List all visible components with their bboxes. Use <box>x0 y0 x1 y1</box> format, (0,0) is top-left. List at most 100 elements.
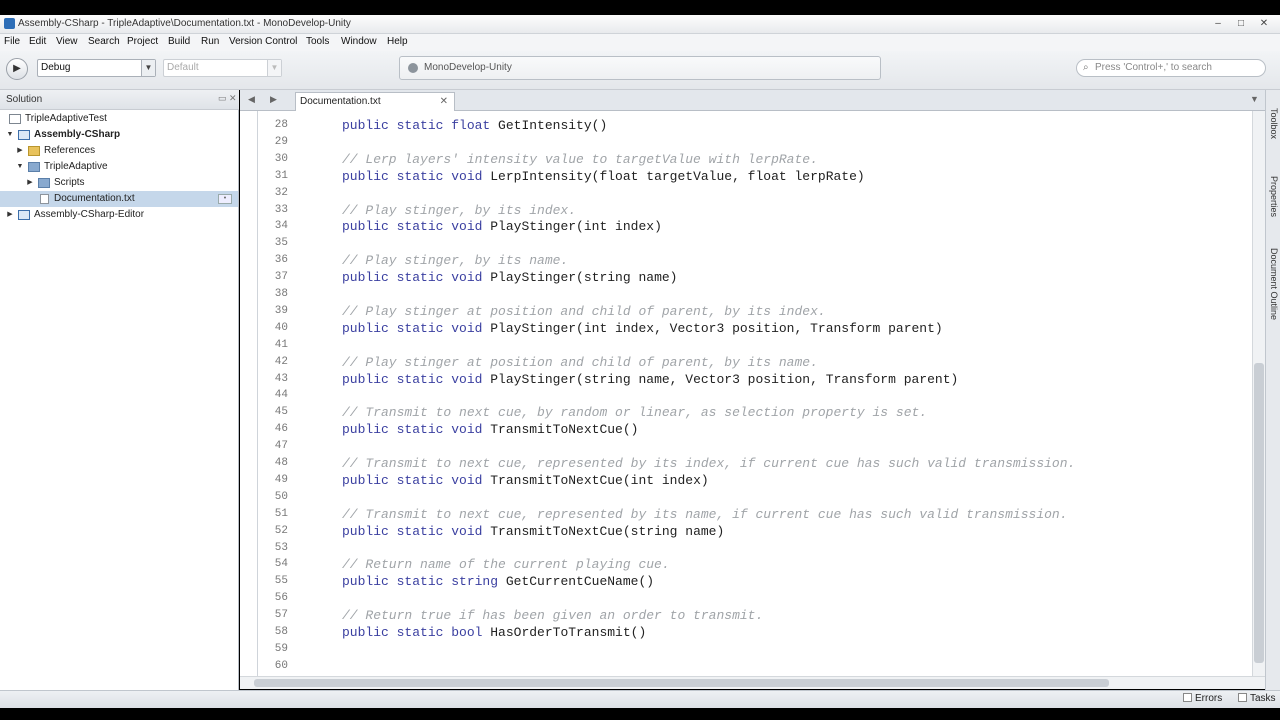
close-button[interactable]: ✕ <box>1253 16 1275 31</box>
search-icon: ⌕ <box>1083 62 1089 73</box>
menu-file[interactable]: File <box>4 36 20 47</box>
expander-icon[interactable]: ▶ <box>16 143 24 159</box>
code-line: public static string GetCurrentCueName() <box>342 574 655 590</box>
menu-tools[interactable]: Tools <box>306 36 329 47</box>
status-text: MonoDevelop-Unity <box>424 62 512 73</box>
code-line: public static float GetIntensity() <box>342 118 608 133</box>
menu-search[interactable]: Search <box>88 36 120 47</box>
line-number: 57 <box>274 609 288 622</box>
tree-item-tripleadaptive[interactable]: ▼ TripleAdaptive <box>0 159 238 175</box>
toolbar: ▶ Debug ▼ Default ▼ MonoDevelop-Unity ⌕ … <box>0 51 1280 90</box>
code-comment-line: // Transmit to next cue, represented by … <box>342 506 1068 522</box>
menu-window[interactable]: Window <box>341 36 377 47</box>
line-number: 52 <box>274 524 288 537</box>
code-line: public static void PlayStinger(int index… <box>342 219 662 235</box>
expander-icon[interactable]: ▶ <box>26 175 34 191</box>
tree-item-scripts[interactable]: ▶ Scripts <box>0 175 238 191</box>
platform-select[interactable]: Default ▼ <box>163 59 282 77</box>
close-icon[interactable]: ✕ <box>440 93 448 110</box>
tree-item-references[interactable]: ▶ References <box>0 143 238 159</box>
tab-list-icon[interactable]: ▼ <box>1250 94 1259 104</box>
line-number: 53 <box>274 541 288 554</box>
tab-toolbox[interactable]: Toolbox <box>1266 108 1280 139</box>
line-number: 41 <box>274 338 288 351</box>
minimize-button[interactable]: – <box>1207 16 1229 31</box>
line-number: 36 <box>274 254 288 267</box>
tree-item-label: Assembly-CSharp-Editor <box>34 209 145 220</box>
menu-project[interactable]: Project <box>127 36 158 47</box>
tree-item-label: References <box>44 145 96 156</box>
code-editor[interactable]: 28 public static float GetIntensity() 29 30… <box>240 111 1252 676</box>
vertical-scrollbar[interactable] <box>1252 111 1265 676</box>
document-tab-strip: ◀ ▶ Documentation.txt ✕ ▼ <box>240 90 1265 111</box>
expander-icon[interactable]: ▼ <box>16 159 24 175</box>
configuration-select[interactable]: Debug ▼ <box>37 59 156 77</box>
tree-item-label: Assembly-CSharp <box>34 129 121 140</box>
tab-properties[interactable]: Properties <box>1266 176 1280 217</box>
code-comment-line: // Transmit to next cue, by random or li… <box>342 405 928 421</box>
tab-documentation[interactable]: Documentation.txt ✕ <box>295 92 455 111</box>
menu-run[interactable]: Run <box>201 36 219 47</box>
line-number: 28 <box>274 119 288 131</box>
line-number: 54 <box>274 558 288 571</box>
line-number: 51 <box>274 507 288 520</box>
tree-item-assembly-csharp[interactable]: ▼ Assembly-CSharp <box>0 127 238 143</box>
nav-forward-icon[interactable]: ▶ <box>270 94 277 105</box>
chevron-down-icon: ▼ <box>267 60 281 76</box>
menu-version-control[interactable]: Version Control <box>229 36 297 47</box>
pad-controls[interactable]: ▭ ✕ <box>218 93 237 104</box>
code-comment-line: // Play stinger, by its name. <box>342 253 569 269</box>
code-line: public static void TransmitToNextCue(str… <box>342 523 725 539</box>
line-number: 33 <box>274 203 288 216</box>
project-icon <box>18 210 30 220</box>
menu-view[interactable]: View <box>56 36 78 47</box>
line-number: 46 <box>274 423 288 436</box>
line-number: 31 <box>274 169 288 182</box>
errors-pad-button[interactable]: Errors <box>1183 693 1222 704</box>
line-number: 39 <box>274 304 288 317</box>
nav-back-icon[interactable]: ◀ <box>248 94 255 105</box>
right-dock: Toolbox Properties Document Outline <box>1265 90 1280 690</box>
line-number: 35 <box>274 237 288 250</box>
line-number: 56 <box>274 592 288 605</box>
scrollbar-thumb[interactable] <box>1254 363 1264 663</box>
code-comment-line: // Transmit to next cue, represented by … <box>342 456 1076 471</box>
tasks-label: Tasks <box>1250 693 1276 704</box>
line-number: 34 <box>274 220 288 233</box>
code-comment-line: // Play stinger, by its index. <box>342 202 577 218</box>
scrollbar-thumb[interactable] <box>254 679 1109 687</box>
run-button[interactable]: ▶ <box>6 58 28 80</box>
tasks-pad-button[interactable]: Tasks <box>1238 693 1276 704</box>
solution-icon <box>9 114 21 124</box>
item-options-icon[interactable]: • <box>218 194 232 204</box>
line-number: 47 <box>274 440 288 453</box>
tree-item-assembly-csharp-editor[interactable]: ▶ Assembly-CSharp-Editor <box>0 207 238 223</box>
tree-item-label: TripleAdaptiveTest <box>25 113 107 124</box>
tab-document-outline[interactable]: Document Outline <box>1266 248 1280 320</box>
expander-icon[interactable]: ▼ <box>6 127 14 143</box>
menu-edit[interactable]: Edit <box>29 36 46 47</box>
line-number: 42 <box>274 355 288 368</box>
folder-icon <box>28 146 40 156</box>
status-icon <box>408 63 418 73</box>
line-number: 58 <box>274 626 288 638</box>
file-icon <box>40 194 49 204</box>
code-comment-line: // Return name of the current playing cu… <box>342 557 670 573</box>
code-comment-line: // Play stinger at position and child of… <box>342 303 826 319</box>
line-number: 40 <box>274 321 288 334</box>
menu-bar: File Edit View Search Project Build Run … <box>0 34 1280 51</box>
expander-icon[interactable]: ▶ <box>6 207 14 223</box>
status-bar: Errors Tasks <box>0 690 1280 708</box>
horizontal-scrollbar[interactable] <box>240 676 1265 689</box>
search-input[interactable]: ⌕ Press 'Control+,' to search <box>1076 59 1266 77</box>
tree-item-solution[interactable]: TripleAdaptiveTest <box>0 111 238 127</box>
gutter-divider <box>257 111 258 676</box>
menu-build[interactable]: Build <box>168 36 190 47</box>
menu-help[interactable]: Help <box>387 36 408 47</box>
maximize-button[interactable]: □ <box>1230 16 1252 31</box>
line-number: 50 <box>274 490 288 503</box>
tree-item-documentation[interactable]: Documentation.txt • <box>0 191 238 207</box>
line-number: 49 <box>274 473 288 486</box>
project-icon <box>18 130 30 140</box>
platform-value: Default <box>167 62 199 73</box>
